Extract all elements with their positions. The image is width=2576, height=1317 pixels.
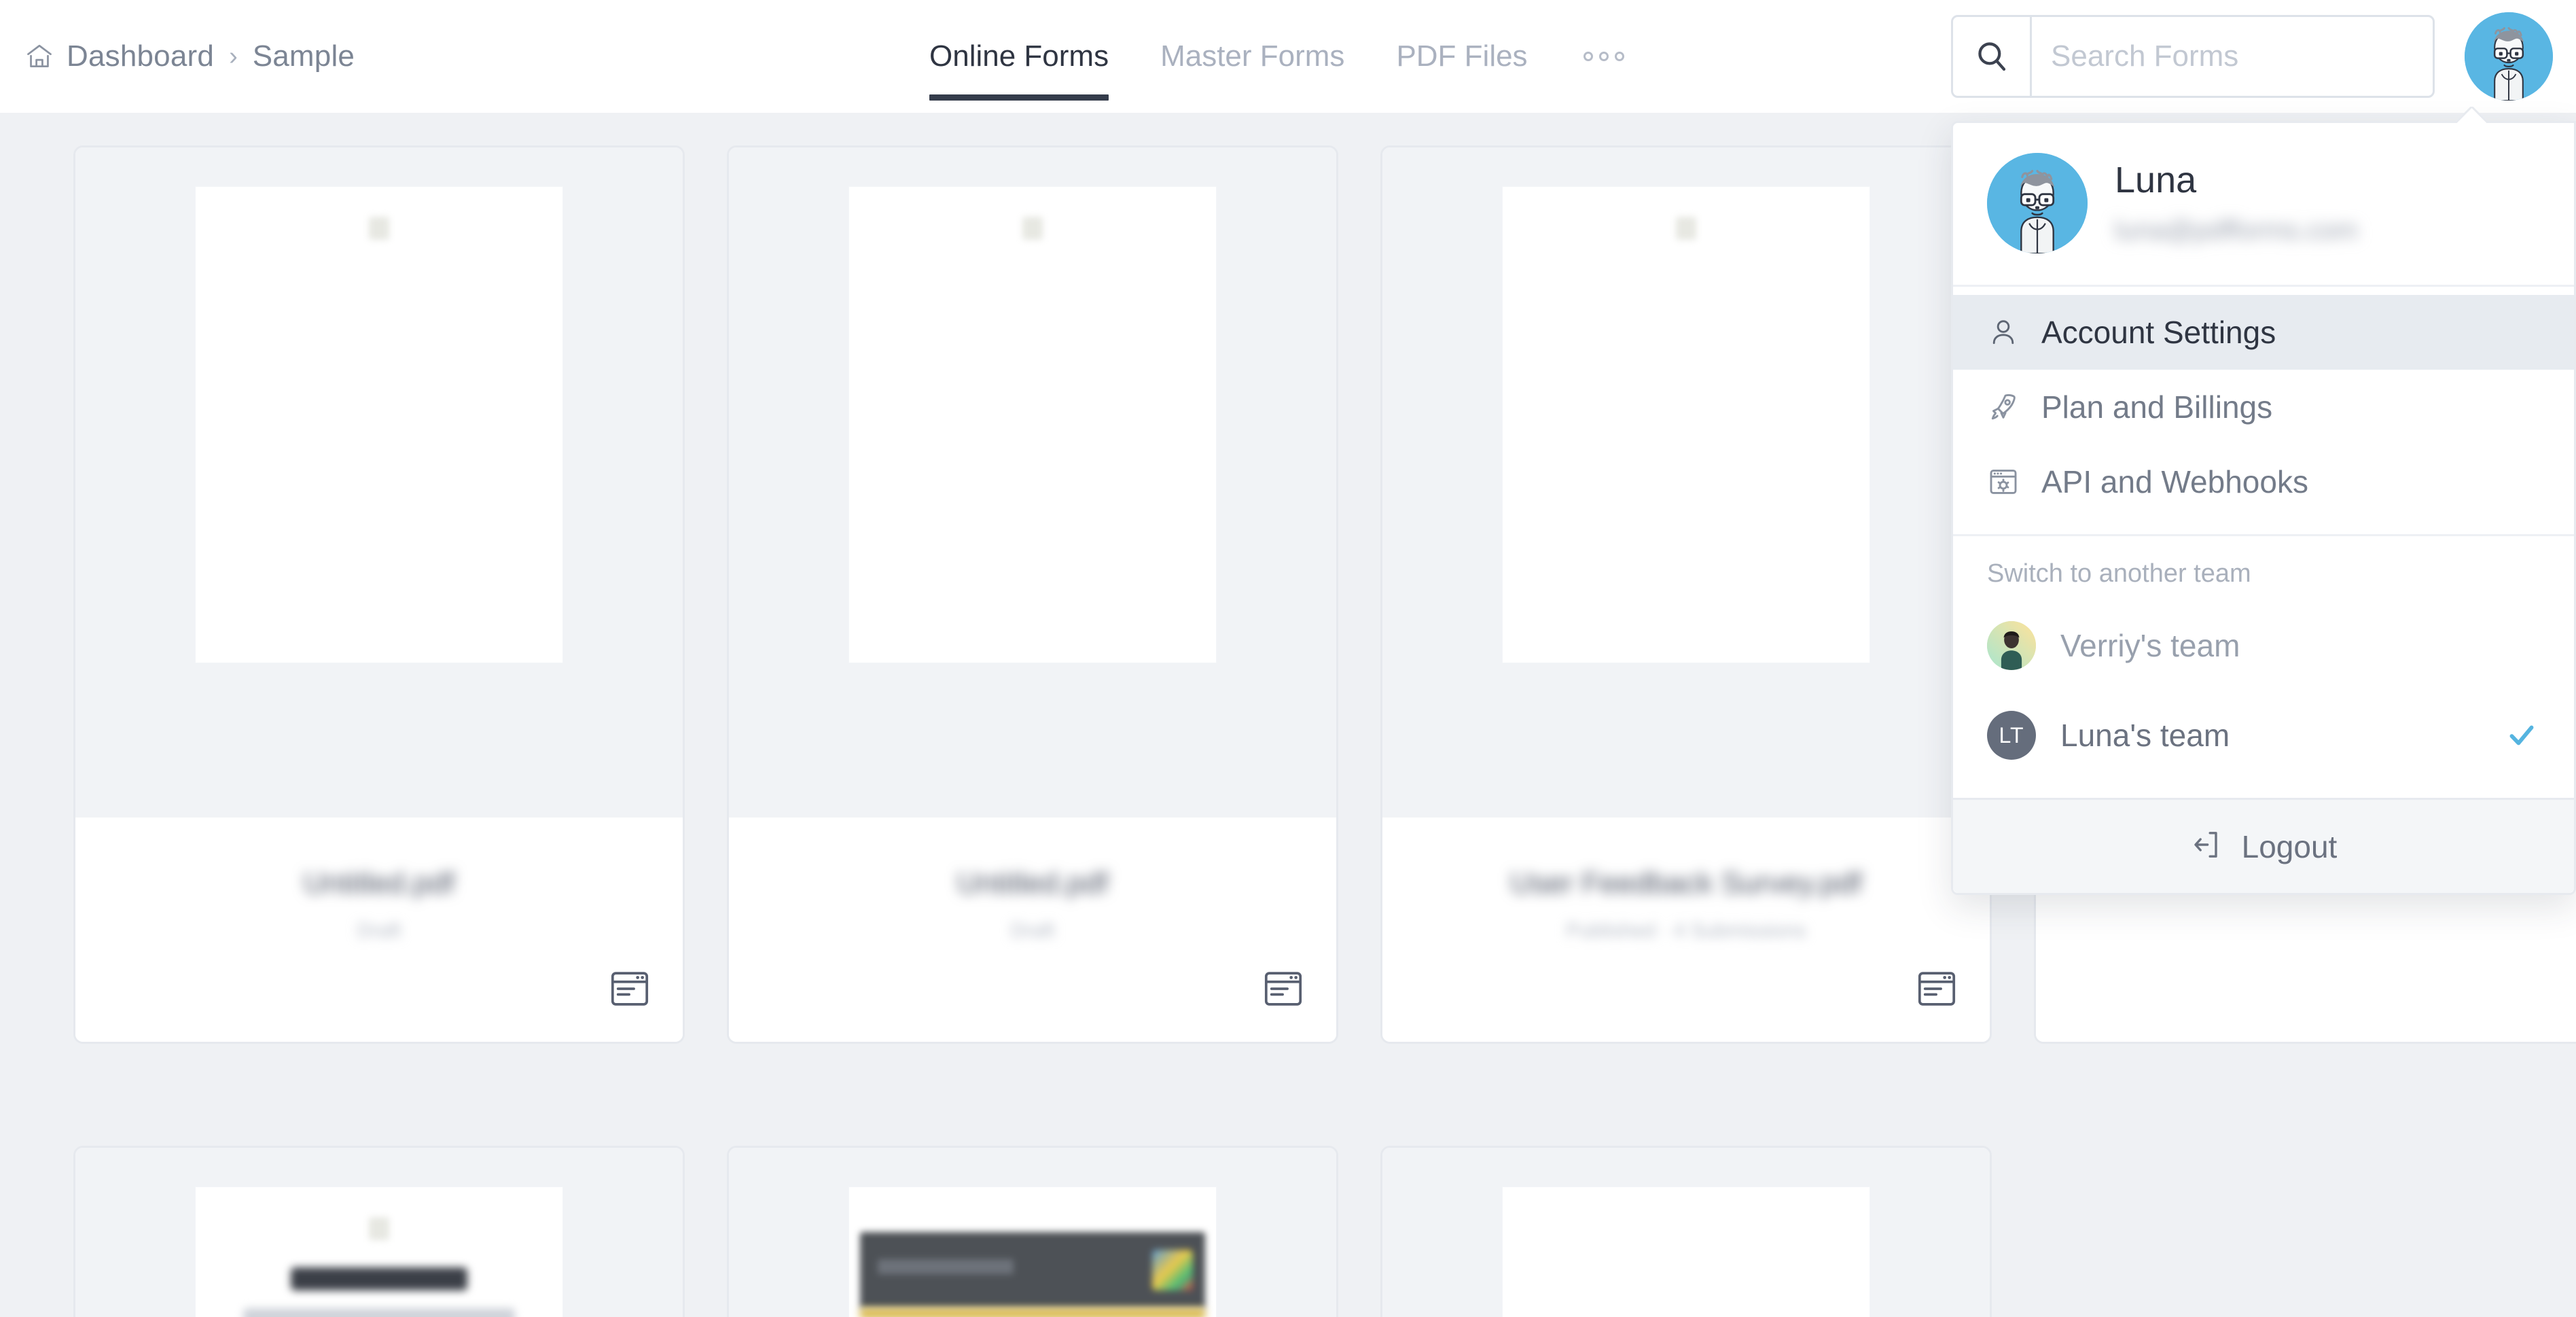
card-row [73,1146,2576,1317]
preview-header-text [878,1259,1014,1274]
profile-name: Luna [2115,159,2197,200]
preview-logo [369,1217,389,1240]
search-bar[interactable] [1951,15,2435,98]
search-icon[interactable] [1953,17,2032,96]
card-thumbnail [75,1148,683,1317]
team-switcher-title: Switch to another team [1987,559,2251,588]
card-meta: Draft [357,919,401,942]
check-icon [2506,720,2537,751]
card-thumbnail [75,147,683,818]
form-card[interactable] [727,1146,1338,1317]
preview-subtitle [243,1308,515,1317]
team-item-luna[interactable]: LT Luna's team [1953,690,2574,780]
card-footer: User Feedback Survey.pdf Published · 4 S… [1382,818,1990,1042]
card-title: Untitled.pdf [956,866,1109,900]
tab-master-forms[interactable]: Master Forms [1134,0,1370,113]
online-form-icon[interactable] [1264,971,1302,1006]
ellipsis-dot [1614,52,1624,61]
breadcrumb: Dashboard › Sample [24,0,355,113]
online-form-icon[interactable] [611,971,649,1006]
menu-item-label: Account Settings [2041,315,2276,350]
page-preview [849,187,1216,663]
tab-online-forms[interactable]: Online Forms [904,0,1134,113]
search-input[interactable] [2032,17,2433,96]
ellipsis-dot [1583,52,1593,61]
breadcrumb-separator-icon: › [229,42,238,71]
team-item-verriy[interactable]: Verriy's team [1953,601,2574,690]
tab-pdf-files[interactable]: PDF Files [1370,0,1553,113]
user-avatar-illustration [1987,153,2088,253]
card-thumbnail [1382,1148,1990,1317]
preview-logo [369,217,389,240]
dropdown-caret-icon [2456,107,2487,123]
team-name: Luna's team [2060,718,2230,753]
team-avatar-initials: LT [1999,722,2024,748]
card-title: User Feedback Survey.pdf [1510,866,1862,900]
home-icon[interactable] [24,41,54,71]
preview-dark-header [860,1232,1205,1308]
form-card[interactable] [1380,1146,1992,1317]
dropdown-profile-text: Luna luna@pdfforms.com [2115,160,2358,246]
form-card[interactable]: User Feedback Survey.pdf Published · 4 S… [1380,145,1992,1044]
team-name: Verriy's team [2060,628,2240,663]
dropdown-menu: Account Settings Plan and Billings API a… [1953,287,2574,534]
menu-item-label: API and Webhooks [2041,464,2308,499]
logout-icon [2190,828,2223,864]
ellipsis-icon[interactable] [1554,0,1654,113]
person-icon [1987,316,2020,349]
breadcrumb-item-dashboard[interactable]: Dashboard [67,39,214,73]
user-account-dropdown: Luna luna@pdfforms.com Account Settings [1951,121,2576,895]
team-switcher-section: Switch to another team Verriy's team LT … [1953,534,2574,798]
browser-gear-icon [1987,466,2020,498]
online-form-icon[interactable] [1918,971,1956,1006]
logout-button[interactable]: Logout [1953,798,2574,893]
tab-bar: Online Forms Master Forms PDF Files [904,0,1654,113]
breadcrumb-item-sample[interactable]: Sample [253,39,355,73]
preview-heading [291,1267,467,1290]
preview-accent-line [860,1308,1205,1317]
ellipsis-dot [1598,52,1609,61]
page-preview [1503,187,1870,663]
rocket-icon [1987,391,2020,423]
top-navigation-bar: Dashboard › Sample Online Forms Master F… [0,0,2576,113]
menu-item-api-and-webhooks[interactable]: API and Webhooks [1953,444,2574,519]
card-footer: Untitled.pdf Draft [729,818,1336,1042]
team-avatar-photo [1987,621,2036,670]
card-title: Untitled.pdf [303,866,455,900]
card-thumbnail [729,147,1336,818]
menu-item-plan-and-billings[interactable]: Plan and Billings [1953,370,2574,444]
card-thumbnail [1382,147,1990,818]
avatar[interactable] [2465,12,2553,101]
form-card[interactable]: Untitled.pdf Draft [727,145,1338,1044]
card-meta: Published · 4 Submissions [1566,919,1806,942]
team-avatar: LT [1987,711,2036,760]
dropdown-profile: Luna luna@pdfforms.com [1953,123,2574,287]
card-footer: Untitled.pdf Draft [75,818,683,1042]
preview-header-logo [1152,1250,1193,1290]
page-preview [849,1187,1216,1317]
avatar [1987,153,2088,253]
tab-online-forms-label: Online Forms [929,39,1109,73]
tab-pdf-files-label: PDF Files [1396,39,1528,73]
profile-email: luna@pdfforms.com [2115,215,2358,246]
menu-item-label: Plan and Billings [2041,389,2273,425]
card-meta: Draft [1010,919,1055,942]
preview-logo [1022,217,1043,240]
tab-master-forms-label: Master Forms [1160,39,1345,73]
page-preview [196,1187,562,1317]
form-card[interactable]: Untitled.pdf Draft [73,145,685,1044]
user-avatar-illustration [2465,12,2553,101]
team-avatar [1987,621,2036,670]
page-preview [196,187,562,663]
card-thumbnail [729,1148,1336,1317]
form-card[interactable] [73,1146,685,1317]
page-preview [1503,1187,1870,1317]
logout-label: Logout [2241,828,2338,864]
menu-item-account-settings[interactable]: Account Settings [1953,295,2574,370]
preview-logo [1676,217,1696,240]
